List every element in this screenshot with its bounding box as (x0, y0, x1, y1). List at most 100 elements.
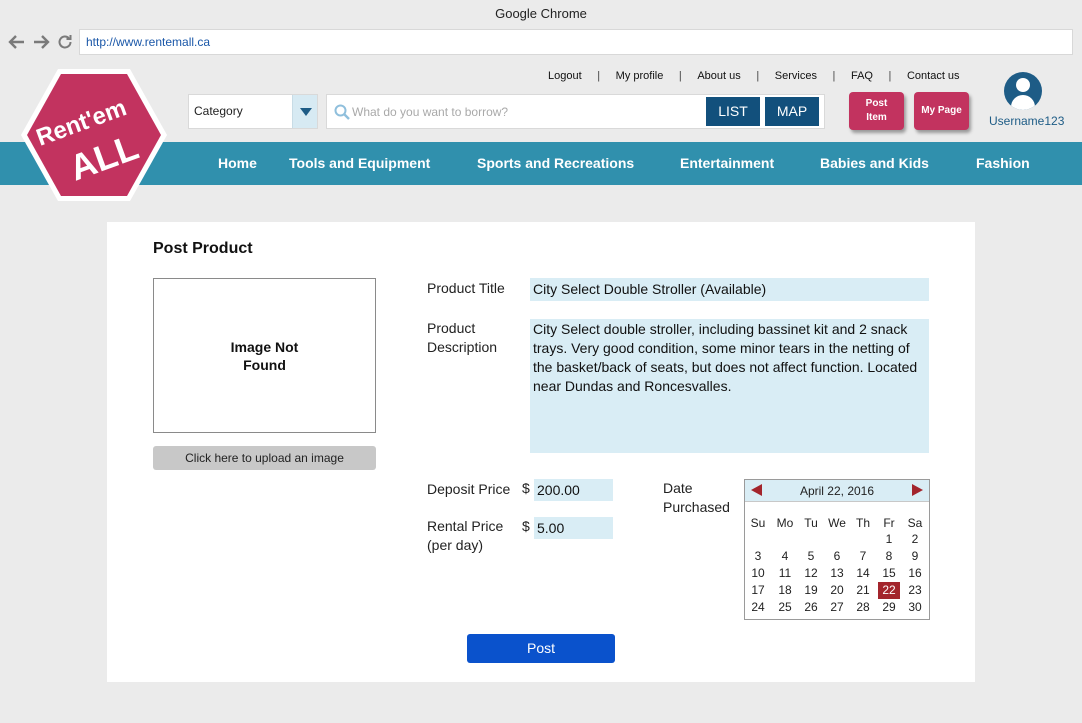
calendar-day[interactable]: 25 (774, 599, 796, 616)
back-arrow-icon[interactable] (7, 32, 27, 52)
category-select[interactable]: Category (188, 94, 318, 129)
product-title-label: Product Title (427, 280, 505, 296)
calendar-day[interactable]: 12 (800, 565, 822, 582)
calendar-day[interactable]: 14 (852, 565, 874, 582)
calendar-day[interactable]: 7 (852, 548, 874, 565)
calendar-day[interactable]: 30 (904, 599, 926, 616)
nav-item-tools[interactable]: Tools and Equipment (289, 155, 430, 171)
reload-icon[interactable] (55, 32, 75, 52)
calendar-week-row: 10 11 12 13 14 15 16 (745, 565, 929, 582)
username-link[interactable]: Username123 (989, 114, 1064, 128)
browser-titlebar: Google Chrome (0, 0, 1082, 28)
next-month-icon[interactable] (912, 484, 923, 496)
list-view-button[interactable]: LIST (706, 97, 760, 126)
calendar-day[interactable]: 1 (878, 531, 900, 548)
search-input[interactable] (352, 96, 702, 127)
calendar-day[interactable]: 5 (800, 548, 822, 565)
upload-image-button[interactable]: Click here to upload an image (153, 446, 376, 470)
product-image-placeholder: Image Not Found (153, 278, 376, 433)
nav-item-sports[interactable]: Sports and Recreations (477, 155, 634, 171)
calendar-week-row: 12 (745, 531, 929, 548)
my-profile-link[interactable]: My profile (616, 70, 664, 82)
deposit-price-label: Deposit Price (427, 481, 511, 497)
calendar-day[interactable]: 21 (852, 582, 874, 599)
calendar-weekday: Fr (883, 516, 895, 530)
product-description-field[interactable]: City Select double stroller, including b… (530, 319, 929, 453)
link-separator: | (597, 70, 601, 82)
nav-item-home[interactable]: Home (218, 155, 257, 171)
calendar-day[interactable]: 17 (747, 582, 769, 599)
browser-title: Google Chrome (495, 6, 587, 21)
calendar-day[interactable]: 26 (800, 599, 822, 616)
calendar-day[interactable]: 6 (826, 548, 848, 565)
search-icon (333, 103, 351, 121)
link-separator: | (888, 70, 892, 82)
calendar-day[interactable]: 28 (852, 599, 874, 616)
calendar-day[interactable]: 9 (904, 548, 926, 565)
my-page-button[interactable]: My Page (914, 92, 969, 130)
deposit-price-field[interactable]: 200.00 (534, 479, 613, 501)
calendar-weekday: Su (750, 516, 766, 530)
calendar-header: April 22, 2016 (745, 480, 929, 502)
faq-link[interactable]: FAQ (851, 70, 873, 82)
top-links: Logout | My profile | About us | Service… (548, 68, 960, 84)
link-separator: | (832, 70, 836, 82)
post-item-button[interactable]: Post Item (849, 92, 904, 130)
rental-price-label: Rental Price (per day) (427, 518, 504, 553)
calendar-day[interactable]: 29 (878, 599, 900, 616)
about-us-link[interactable]: About us (697, 70, 740, 82)
user-avatar-icon[interactable] (1004, 72, 1042, 110)
date-picker: April 22, 2016 Su Mo Tu We Th Fr Sa 1 2 3 4 5 6 7 8 9 10… (744, 479, 930, 620)
calendar-week-row: 3456789 (745, 548, 929, 565)
previous-month-icon[interactable] (751, 484, 762, 496)
address-bar[interactable]: http://www.rentemall.ca (79, 29, 1073, 55)
calendar-day[interactable]: 2 (904, 531, 926, 548)
calendar-day[interactable]: 11 (774, 565, 796, 582)
calendar-day[interactable]: 8 (878, 548, 900, 565)
date-purchased-label: Date Purchased (663, 480, 730, 515)
calendar-month-label: April 22, 2016 (799, 484, 875, 498)
image-placeholder-text: Image Not Found (230, 338, 299, 373)
calendar-day-selected[interactable]: 22 (878, 582, 900, 599)
calendar-day[interactable]: 10 (747, 565, 769, 582)
nav-item-fashion[interactable]: Fashion (976, 155, 1030, 171)
rental-currency-symbol: $ (522, 518, 530, 534)
calendar-weekday: Sa (907, 516, 923, 530)
calendar-week-row: 17 18 19 20 21 22 23 (745, 582, 929, 599)
page-title: Post Product (153, 240, 253, 257)
link-separator: | (756, 70, 760, 82)
calendar-weekday: Mo (776, 516, 794, 530)
rental-price-field[interactable]: 5.00 (534, 517, 613, 539)
services-link[interactable]: Services (775, 70, 817, 82)
calendar-day[interactable]: 20 (826, 582, 848, 599)
calendar-day[interactable]: 16 (904, 565, 926, 582)
deposit-currency-symbol: $ (522, 480, 530, 496)
calendar-day[interactable]: 4 (774, 548, 796, 565)
calendar-weekday: Tu (804, 516, 818, 530)
forward-arrow-icon[interactable] (31, 32, 51, 52)
contact-us-link[interactable]: Contact us (907, 70, 960, 82)
nav-item-entertainment[interactable]: Entertainment (680, 155, 774, 171)
calendar-weekday-row: Su Mo Tu We Th Fr Sa (745, 515, 929, 532)
nav-item-babies-kids[interactable]: Babies and Kids (820, 155, 929, 171)
map-view-button[interactable]: MAP (765, 97, 819, 126)
logout-link[interactable]: Logout (548, 70, 582, 82)
link-separator: | (678, 70, 682, 82)
calendar-week-row: 24 25 26 27 28 29 30 (745, 599, 929, 616)
product-description-label: Product Description (427, 320, 498, 355)
calendar-weekday: Th (855, 516, 870, 530)
calendar-day[interactable]: 24 (747, 599, 769, 616)
calendar-day[interactable]: 27 (826, 599, 848, 616)
post-button[interactable]: Post (467, 634, 615, 663)
category-select-label: Category (194, 104, 243, 118)
calendar-day[interactable]: 23 (904, 582, 926, 599)
calendar-day[interactable]: 3 (747, 548, 769, 565)
site-logo[interactable]: Rent'em ALL (18, 66, 170, 204)
calendar-day[interactable]: 18 (774, 582, 796, 599)
calendar-weekday: We (828, 516, 846, 530)
calendar-day[interactable]: 15 (878, 565, 900, 582)
calendar-day[interactable]: 19 (800, 582, 822, 599)
calendar-day[interactable]: 13 (826, 565, 848, 582)
product-title-field[interactable]: City Select Double Stroller (Available) (530, 278, 929, 301)
chevron-down-icon[interactable] (292, 95, 317, 128)
